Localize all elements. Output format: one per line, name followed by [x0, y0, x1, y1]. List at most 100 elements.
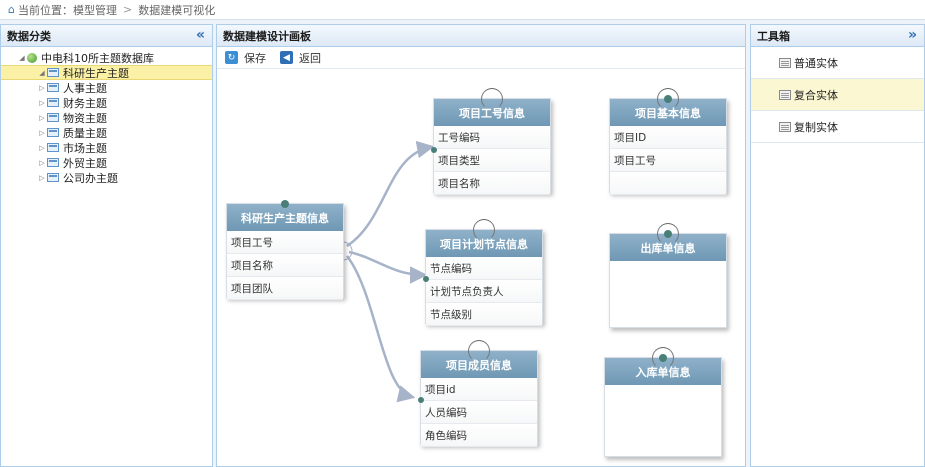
toolbox-header: 工具箱 » [751, 25, 924, 47]
connector-dot[interactable] [281, 200, 289, 208]
connector-dot[interactable] [659, 354, 667, 362]
entity-inbound-order[interactable]: 入库单信息 [604, 347, 722, 457]
back-button[interactable]: ◀ 返回 [280, 50, 321, 66]
tree-item-foreign-trade[interactable]: ▷ 外贸主题 [1, 155, 212, 170]
entity-field[interactable]: 节点编码 [426, 257, 542, 280]
collapsed-arrow-icon[interactable]: ▷ [37, 99, 47, 107]
expand-arrow-icon[interactable]: ◢ [37, 69, 47, 77]
link-to-chengyuan [346, 255, 416, 403]
tree-root-label: 中电科10所主题数据库 [41, 51, 154, 65]
collapsed-arrow-icon[interactable]: ▷ [37, 159, 47, 167]
entity-field[interactable]: 项目工号 [610, 149, 726, 172]
tree-item-market[interactable]: ▷ 市场主题 [1, 140, 212, 155]
collapsed-arrow-icon[interactable]: ▷ [37, 84, 47, 92]
toolbox-panel: 工具箱 » 普通实体 复合实体 复制实体 [750, 24, 925, 467]
connector-ring[interactable] [468, 340, 490, 362]
tree-item-hr[interactable]: ▷ 人事主题 [1, 80, 212, 95]
collapsed-arrow-icon[interactable]: ▷ [37, 129, 47, 137]
tree-root[interactable]: ◢ 中电科10所主题数据库 [1, 50, 212, 65]
connector-ring[interactable] [473, 219, 495, 241]
collapse-right-icon[interactable]: » [908, 27, 917, 43]
entity-header[interactable]: 项目成员信息 [421, 340, 537, 378]
entity-field[interactable]: 人员编码 [421, 401, 537, 424]
breadcrumb-separator-icon: > [122, 3, 133, 16]
entity-header[interactable]: 项目计划节点信息 [426, 219, 542, 257]
entity-field[interactable]: 项目名称 [227, 254, 343, 277]
entity-research-main[interactable]: 科研生产主题信息 项目工号 项目名称 项目团队 [226, 200, 344, 300]
collapse-left-icon[interactable]: « [196, 27, 205, 43]
tree-item-office[interactable]: ▷ 公司办主题 [1, 170, 212, 185]
entity-header[interactable]: 科研生产主题信息 [227, 200, 343, 231]
entity-field[interactable]: 项目ID [610, 126, 726, 149]
entity-field[interactable]: 项目id [421, 378, 537, 401]
entity-field[interactable]: 项目类型 [434, 149, 550, 172]
folder-table-icon [47, 158, 59, 167]
entity-field[interactable] [610, 172, 726, 195]
tree-item-label: 人事主题 [63, 81, 107, 95]
design-canvas[interactable]: 科研生产主题信息 项目工号 项目名称 项目团队 项目工号信息 工号编码 项目类型… [217, 70, 745, 466]
design-board-panel: 数据建模设计画板 ↻ 保存 ◀ 返回 科研生产主题信息 项目工号 项目名称 项目… [216, 24, 746, 467]
folder-table-icon [47, 173, 59, 182]
toolbox-title: 工具箱 [757, 29, 790, 43]
data-category-header: 数据分类 « [1, 25, 212, 47]
entity-field[interactable]: 角色编码 [421, 424, 537, 447]
home-icon[interactable]: ⌂ [8, 3, 15, 16]
connector-port[interactable] [423, 276, 429, 282]
collapsed-arrow-icon[interactable]: ▷ [37, 174, 47, 182]
folder-table-icon [47, 113, 59, 122]
tool-composite-entity[interactable]: 复合实体 [751, 79, 924, 111]
tree-item-label: 科研生产主题 [63, 66, 129, 80]
database-icon [27, 52, 37, 63]
entity-field[interactable]: 计划节点负责人 [426, 280, 542, 303]
entity-field[interactable]: 工号编码 [434, 126, 550, 149]
tool-label: 复合实体 [794, 88, 838, 102]
entity-plan-node[interactable]: 项目计划节点信息 节点编码 计划节点负责人 节点级别 [423, 219, 543, 326]
connector-dot[interactable] [664, 95, 672, 103]
folder-table-icon [47, 98, 59, 107]
entity-outbound-order[interactable]: 出库单信息 [609, 223, 727, 328]
connector-dot[interactable] [664, 230, 672, 238]
design-toolbar: ↻ 保存 ◀ 返回 [217, 47, 745, 69]
tool-copy-entity[interactable]: 复制实体 [751, 111, 924, 143]
entity-project-gonghao[interactable]: 项目工号信息 工号编码 项目类型 项目名称 [431, 88, 551, 195]
back-arrow-icon: ◀ [280, 51, 293, 64]
entity-field[interactable]: 项目工号 [227, 231, 343, 254]
tree-item-label: 物资主题 [63, 111, 107, 125]
entity-field[interactable]: 节点级别 [426, 303, 542, 326]
connector-ring[interactable] [481, 88, 503, 110]
tree-item-finance[interactable]: ▷ 财务主题 [1, 95, 212, 110]
collapsed-arrow-icon[interactable]: ▷ [37, 144, 47, 152]
entity-header[interactable]: 项目工号信息 [434, 88, 550, 126]
collapsed-arrow-icon[interactable]: ▷ [37, 114, 47, 122]
save-button[interactable]: ↻ 保存 [225, 50, 266, 66]
tree-item-label: 质量主题 [63, 126, 107, 140]
breadcrumb-item-visualization: 数据建模可视化 [138, 3, 216, 17]
tree-item-research[interactable]: ◢ 科研生产主题 [1, 65, 212, 80]
entity-title: 科研生产主题信息 [241, 211, 329, 225]
entity-table-icon [779, 89, 791, 100]
entity-project-member[interactable]: 项目成员信息 项目id 人员编码 角色编码 [418, 340, 538, 447]
category-tree: ◢ 中电科10所主题数据库 ◢ 科研生产主题 ▷ 人事主题 ▷ 财务主题 ▷ 物… [1, 47, 212, 185]
connector-port[interactable] [431, 147, 437, 153]
entity-header[interactable]: 出库单信息 [610, 223, 726, 261]
tool-normal-entity[interactable]: 普通实体 [751, 47, 924, 79]
entity-table-icon [779, 57, 791, 68]
entity-header[interactable]: 项目基本信息 [610, 88, 726, 126]
breadcrumb-item-model-manage[interactable]: 模型管理 [73, 2, 117, 18]
connector-port[interactable] [418, 397, 424, 403]
tree-item-quality[interactable]: ▷ 质量主题 [1, 125, 212, 140]
entity-field[interactable]: 项目名称 [434, 172, 550, 195]
tree-item-materials[interactable]: ▷ 物资主题 [1, 110, 212, 125]
data-category-panel: 数据分类 « ◢ 中电科10所主题数据库 ◢ 科研生产主题 ▷ 人事主题 ▷ 财… [0, 24, 213, 467]
entity-field[interactable]: 项目团队 [227, 277, 343, 300]
tree-item-label: 市场主题 [63, 141, 107, 155]
entity-header[interactable]: 入库单信息 [605, 347, 721, 385]
design-board-title: 数据建模设计画板 [223, 29, 311, 43]
expand-arrow-icon[interactable]: ◢ [17, 54, 27, 62]
entity-table-icon [779, 121, 791, 132]
entity-project-basic[interactable]: 项目基本信息 项目ID 项目工号 [609, 88, 727, 195]
save-icon: ↻ [225, 51, 238, 64]
tool-label: 复制实体 [794, 120, 838, 134]
tree-item-label: 公司办主题 [63, 171, 118, 185]
folder-table-icon [47, 128, 59, 137]
